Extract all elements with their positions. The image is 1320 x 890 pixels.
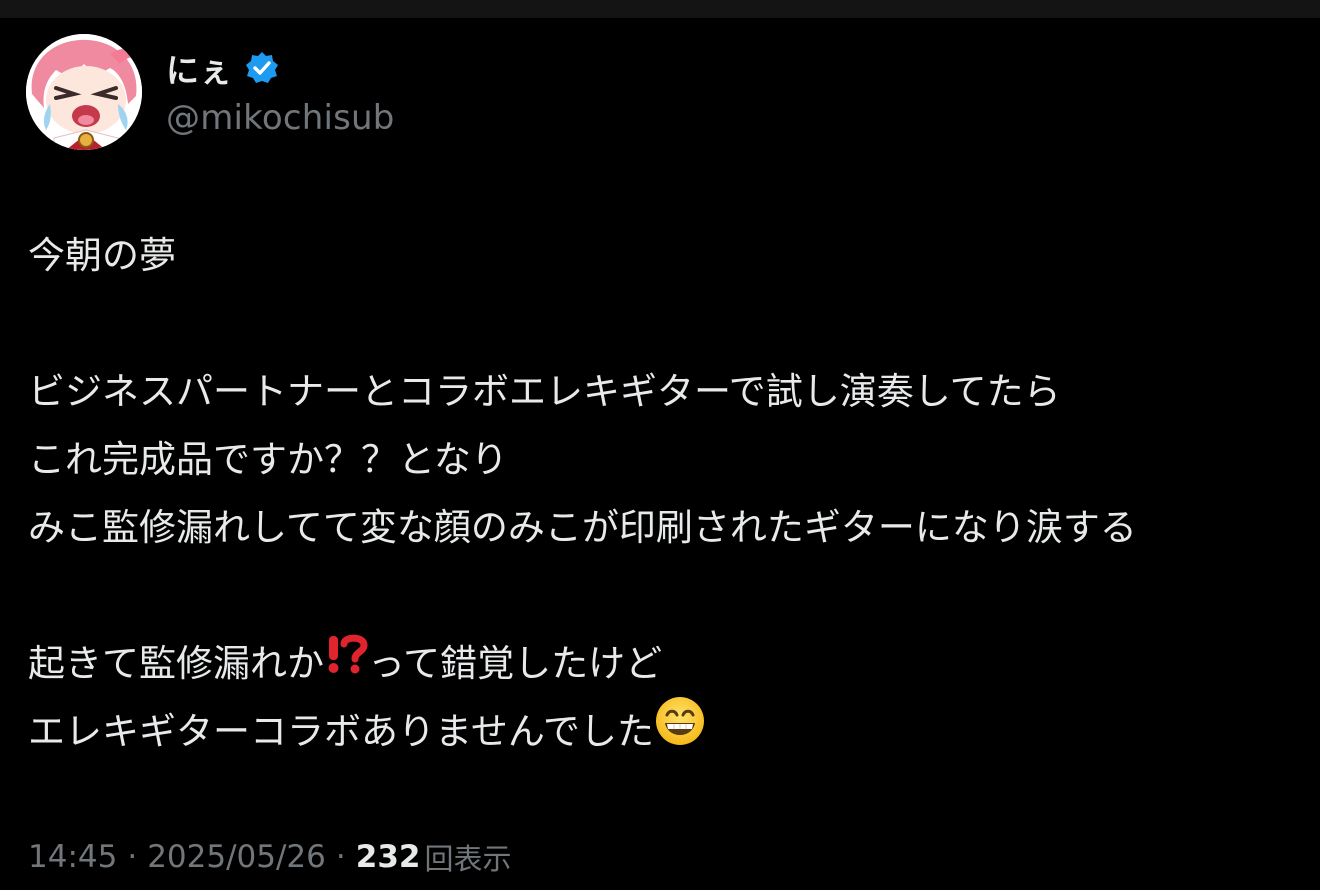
tweet-text-line: エレキギターコラボありませんでした	[28, 695, 1308, 769]
user-handle[interactable]: @mikochisub	[166, 98, 395, 138]
tweet-text-line: ビジネスパートナーとコラボエレキギターで試し演奏してたら	[28, 370, 1061, 413]
separator-dot: ·	[335, 839, 346, 875]
tweet-text-line: みこ監修漏れしてて変な顔のみこが印刷されたギターになり涙する	[28, 506, 1137, 549]
top-strip	[0, 0, 1320, 18]
tweet-meta: 14:45 · 2025/05/26 · 232 回表示	[28, 836, 511, 878]
avatar-anime-girl-icon	[26, 34, 142, 150]
tweet-text-line: 起きて監修漏れか って錯覚したけど	[28, 630, 1308, 698]
tweet: にぇ @mikochisub 今朝の夢 ビジネスパートナーとコラボエレキギターで…	[0, 18, 1320, 890]
views-count[interactable]: 232	[356, 839, 421, 875]
tweet-text-line: 今朝の夢	[28, 234, 176, 277]
views-label: 回表示	[424, 842, 512, 876]
exclamation-question-mark-icon	[324, 630, 368, 698]
tweet-text: 今朝の夢 ビジネスパートナーとコラボエレキギターで試し演奏してたら これ完成品で…	[28, 222, 1308, 766]
tweet-text-line: これ完成品ですか？？となり	[28, 438, 508, 481]
avatar[interactable]	[26, 34, 142, 150]
tweet-text-segment: って錯覚したけど	[368, 642, 663, 685]
display-name[interactable]: にぇ	[166, 44, 232, 92]
name-row: にぇ	[166, 46, 395, 90]
tweet-time[interactable]: 14:45	[28, 839, 117, 875]
grinning-face-with-smiling-eyes-icon	[654, 695, 706, 769]
separator-dot: ·	[127, 839, 138, 875]
tweet-date[interactable]: 2025/05/26	[147, 839, 326, 875]
verified-badge-icon[interactable]	[244, 50, 280, 86]
tweet-text-segment: エレキギターコラボありませんでした	[28, 710, 655, 753]
tweet-text-segment: 起きて監修漏れか	[28, 642, 324, 685]
author-info: にぇ @mikochisub	[166, 46, 395, 138]
